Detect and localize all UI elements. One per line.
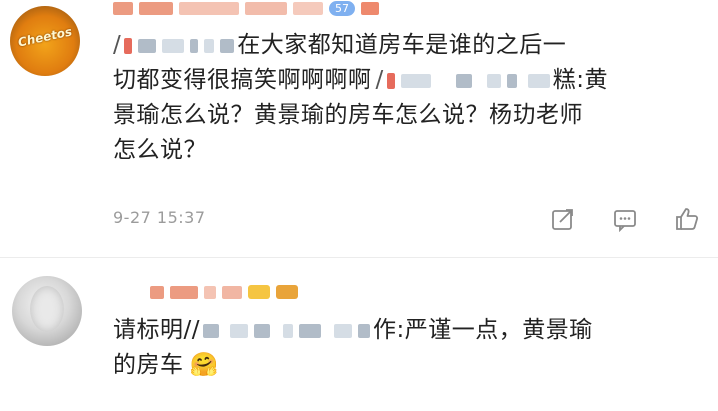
comment-text-line2: 的房车	[113, 352, 184, 378]
comment-text-line3: 景瑜怎么说？黄景瑜的房车怎么说？杨玏老师	[113, 102, 583, 128]
reply-name-suffix[interactable]: 糕:黄	[553, 63, 608, 98]
share-button[interactable]	[548, 204, 578, 234]
share-icon	[552, 209, 573, 230]
comment-prefix: 请标明//	[113, 317, 200, 343]
avatar-face	[30, 286, 64, 332]
timestamp: 9-27 15:37	[113, 208, 206, 227]
badge-icon	[248, 285, 270, 299]
thumbs-up-icon	[676, 208, 699, 230]
avatar[interactable]: Cheetos	[10, 6, 80, 76]
avatar[interactable]	[12, 276, 82, 346]
like-button[interactable]	[672, 204, 702, 234]
comment-button[interactable]	[610, 204, 640, 234]
comment-text: / 在大家都知道房车是谁的之后一 切都变得很搞笑啊啊啊啊 / 糕:黄 景瑜怎么说…	[113, 28, 608, 168]
username-blurred[interactable]: 57	[113, 0, 379, 16]
comment-item: 请标明// 作:严谨一点，黄景瑜 的房车 🤗	[0, 258, 718, 411]
fire-emoji-icon	[361, 1, 379, 15]
comment-text: 请标明// 作:严谨一点，黄景瑜 的房车 🤗	[113, 313, 593, 383]
comment-item: Cheetos 57 / 在大家都知道房车是谁的之后一 切都变得很搞笑啊啊啊啊 …	[0, 0, 718, 258]
badge-icon	[276, 285, 298, 299]
comment-text-line4: 怎么说？	[113, 137, 207, 163]
comment-icon	[614, 210, 636, 232]
user-level-badge: 57	[329, 0, 355, 16]
reply-name-suffix[interactable]: 作:严谨一点，黄景瑜	[373, 313, 593, 348]
comment-text-line1: 在大家都知道房车是谁的之后一	[237, 32, 567, 58]
username-blurred[interactable]	[150, 284, 298, 300]
avatar-logo: Cheetos	[16, 24, 74, 50]
hug-emoji-icon: 🤗	[189, 352, 219, 378]
comment-text-line2: 切都变得很搞笑啊啊啊啊	[113, 67, 372, 93]
